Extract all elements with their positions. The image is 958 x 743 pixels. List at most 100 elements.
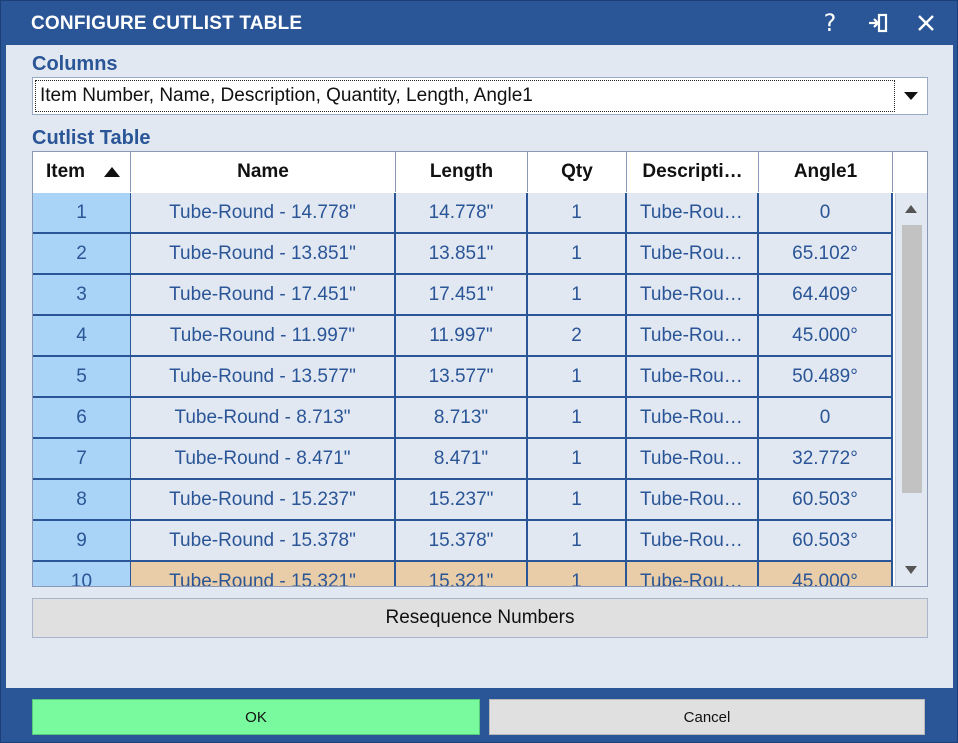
cell-item[interactable]: 3: [33, 275, 131, 316]
table-row[interactable]: 6 Tube-Round - 8.713" 8.713" 1 Tube-Rou… 0: [33, 398, 893, 439]
cell-description[interactable]: Tube-Rou…: [627, 275, 759, 316]
table-row[interactable]: 5 Tube-Round - 13.577" 13.577" 1 Tube-Rou… 50…: [33, 357, 893, 398]
cell-name[interactable]: Tube-Round - 14.778": [131, 193, 396, 234]
table-row[interactable]: 7 Tube-Round - 8.471" 8.471" 1 Tube-Rou… 32.7…: [33, 439, 893, 480]
cell-description[interactable]: Tube-Rou…: [627, 357, 759, 398]
cell-angle1[interactable]: 45.000°: [759, 562, 893, 586]
chevron-down-icon[interactable]: [895, 78, 927, 114]
vertical-scrollbar[interactable]: [895, 193, 927, 586]
cell-length[interactable]: 15.378": [396, 521, 528, 562]
column-header-label: Angle1: [793, 161, 858, 182]
cell-name[interactable]: Tube-Round - 8.471": [131, 439, 396, 480]
cell-length[interactable]: 17.451": [396, 275, 528, 316]
column-header-description[interactable]: Descripti…: [627, 152, 759, 192]
cell-qty[interactable]: 1: [528, 357, 627, 398]
column-header-label: Item: [46, 161, 86, 182]
columns-dropdown[interactable]: Item Number, Name, Description, Quantity…: [32, 77, 928, 115]
columns-dropdown-value[interactable]: Item Number, Name, Description, Quantity…: [35, 80, 895, 112]
table-row[interactable]: 10 Tube-Round - 15.321" 15.321" 1 Tube-Rou… 4…: [33, 562, 893, 586]
cell-item[interactable]: 8: [33, 480, 131, 521]
cell-qty[interactable]: 1: [528, 193, 627, 234]
resequence-numbers-button[interactable]: Resequence Numbers: [32, 598, 928, 638]
cell-angle1[interactable]: 45.000°: [759, 316, 893, 357]
cell-item[interactable]: 5: [33, 357, 131, 398]
sort-ascending-icon: [104, 167, 120, 177]
column-header-angle1[interactable]: Angle1: [759, 152, 893, 192]
cell-angle1[interactable]: 0: [759, 398, 893, 439]
cell-name[interactable]: Tube-Round - 8.713": [131, 398, 396, 439]
cell-qty[interactable]: 2: [528, 316, 627, 357]
table-row[interactable]: 1 Tube-Round - 14.778" 14.778" 1 Tube-Rou… 0: [33, 193, 893, 234]
cell-angle1[interactable]: 50.489°: [759, 357, 893, 398]
cell-name[interactable]: Tube-Round - 15.237": [131, 480, 396, 521]
cell-qty[interactable]: 1: [528, 562, 627, 586]
table-row[interactable]: 8 Tube-Round - 15.237" 15.237" 1 Tube-Rou… 60…: [33, 480, 893, 521]
cell-item[interactable]: 2: [33, 234, 131, 275]
cell-qty[interactable]: 1: [528, 521, 627, 562]
cell-name[interactable]: Tube-Round - 13.577": [131, 357, 396, 398]
cell-length[interactable]: 13.851": [396, 234, 528, 275]
column-header-label: Descripti…: [642, 161, 743, 182]
cell-angle1[interactable]: 60.503°: [759, 480, 893, 521]
column-header-filler: [893, 152, 927, 192]
cell-angle1[interactable]: 65.102°: [759, 234, 893, 275]
column-header-qty[interactable]: Qty: [528, 152, 627, 192]
cell-length[interactable]: 15.321": [396, 562, 528, 586]
cell-description[interactable]: Tube-Rou…: [627, 398, 759, 439]
cell-angle1[interactable]: 60.503°: [759, 521, 893, 562]
cell-length[interactable]: 14.778": [396, 193, 528, 234]
cell-qty[interactable]: 1: [528, 439, 627, 480]
cell-description[interactable]: Tube-Rou…: [627, 521, 759, 562]
cutlist-table-label: Cutlist Table: [32, 127, 151, 149]
configure-cutlist-dialog: CONFIGURE CUTLIST TABLE ? Columns Item N…: [0, 0, 958, 743]
cell-item[interactable]: 6: [33, 398, 131, 439]
title-bar[interactable]: CONFIGURE CUTLIST TABLE ?: [1, 1, 957, 45]
cell-description[interactable]: Tube-Rou…: [627, 193, 759, 234]
cell-angle1[interactable]: 32.772°: [759, 439, 893, 480]
cell-length[interactable]: 15.237": [396, 480, 528, 521]
column-header-length[interactable]: Length: [396, 152, 528, 192]
cell-item[interactable]: 7: [33, 439, 131, 480]
cell-qty[interactable]: 1: [528, 398, 627, 439]
dialog-body: Columns Item Number, Name, Description, …: [6, 45, 953, 688]
cell-length[interactable]: 13.577": [396, 357, 528, 398]
cell-item[interactable]: 10: [33, 562, 131, 586]
scrollbar-thumb[interactable]: [902, 225, 922, 493]
pin-icon[interactable]: [861, 7, 895, 39]
table-row[interactable]: 9 Tube-Round - 15.378" 15.378" 1 Tube-Rou… 60…: [33, 521, 893, 562]
cell-qty[interactable]: 1: [528, 480, 627, 521]
close-icon[interactable]: [909, 7, 943, 39]
column-header-label: Qty: [561, 161, 593, 182]
cell-name[interactable]: Tube-Round - 13.851": [131, 234, 396, 275]
cell-name[interactable]: Tube-Round - 15.321": [131, 562, 396, 586]
cutlist-table: Item Name Length Qty Descripti… Angle1 1…: [32, 151, 928, 587]
column-header-name[interactable]: Name: [131, 152, 396, 192]
cell-description[interactable]: Tube-Rou…: [627, 562, 759, 586]
cell-name[interactable]: Tube-Round - 17.451": [131, 275, 396, 316]
cell-qty[interactable]: 1: [528, 275, 627, 316]
scroll-down-icon[interactable]: [899, 558, 923, 582]
cell-item[interactable]: 4: [33, 316, 131, 357]
column-header-item[interactable]: Item: [33, 152, 131, 192]
table-row[interactable]: 3 Tube-Round - 17.451" 17.451" 1 Tube-Rou… 64…: [33, 275, 893, 316]
cell-length[interactable]: 8.471": [396, 439, 528, 480]
scroll-up-icon[interactable]: [899, 197, 923, 221]
cancel-button[interactable]: Cancel: [489, 699, 925, 735]
cell-angle1[interactable]: 0: [759, 193, 893, 234]
table-row[interactable]: 4 Tube-Round - 11.997" 11.997" 2 Tube-Rou… 45…: [33, 316, 893, 357]
help-icon[interactable]: ?: [813, 7, 847, 39]
cell-description[interactable]: Tube-Rou…: [627, 316, 759, 357]
cell-name[interactable]: Tube-Round - 11.997": [131, 316, 396, 357]
ok-button[interactable]: OK: [32, 699, 480, 735]
cell-description[interactable]: Tube-Rou…: [627, 234, 759, 275]
cell-length[interactable]: 8.713": [396, 398, 528, 439]
cell-item[interactable]: 9: [33, 521, 131, 562]
cell-qty[interactable]: 1: [528, 234, 627, 275]
table-row[interactable]: 2 Tube-Round - 13.851" 13.851" 1 Tube-Rou… 65…: [33, 234, 893, 275]
cell-description[interactable]: Tube-Rou…: [627, 480, 759, 521]
cell-description[interactable]: Tube-Rou…: [627, 439, 759, 480]
cell-length[interactable]: 11.997": [396, 316, 528, 357]
cell-item[interactable]: 1: [33, 193, 131, 234]
cell-angle1[interactable]: 64.409°: [759, 275, 893, 316]
cell-name[interactable]: Tube-Round - 15.378": [131, 521, 396, 562]
